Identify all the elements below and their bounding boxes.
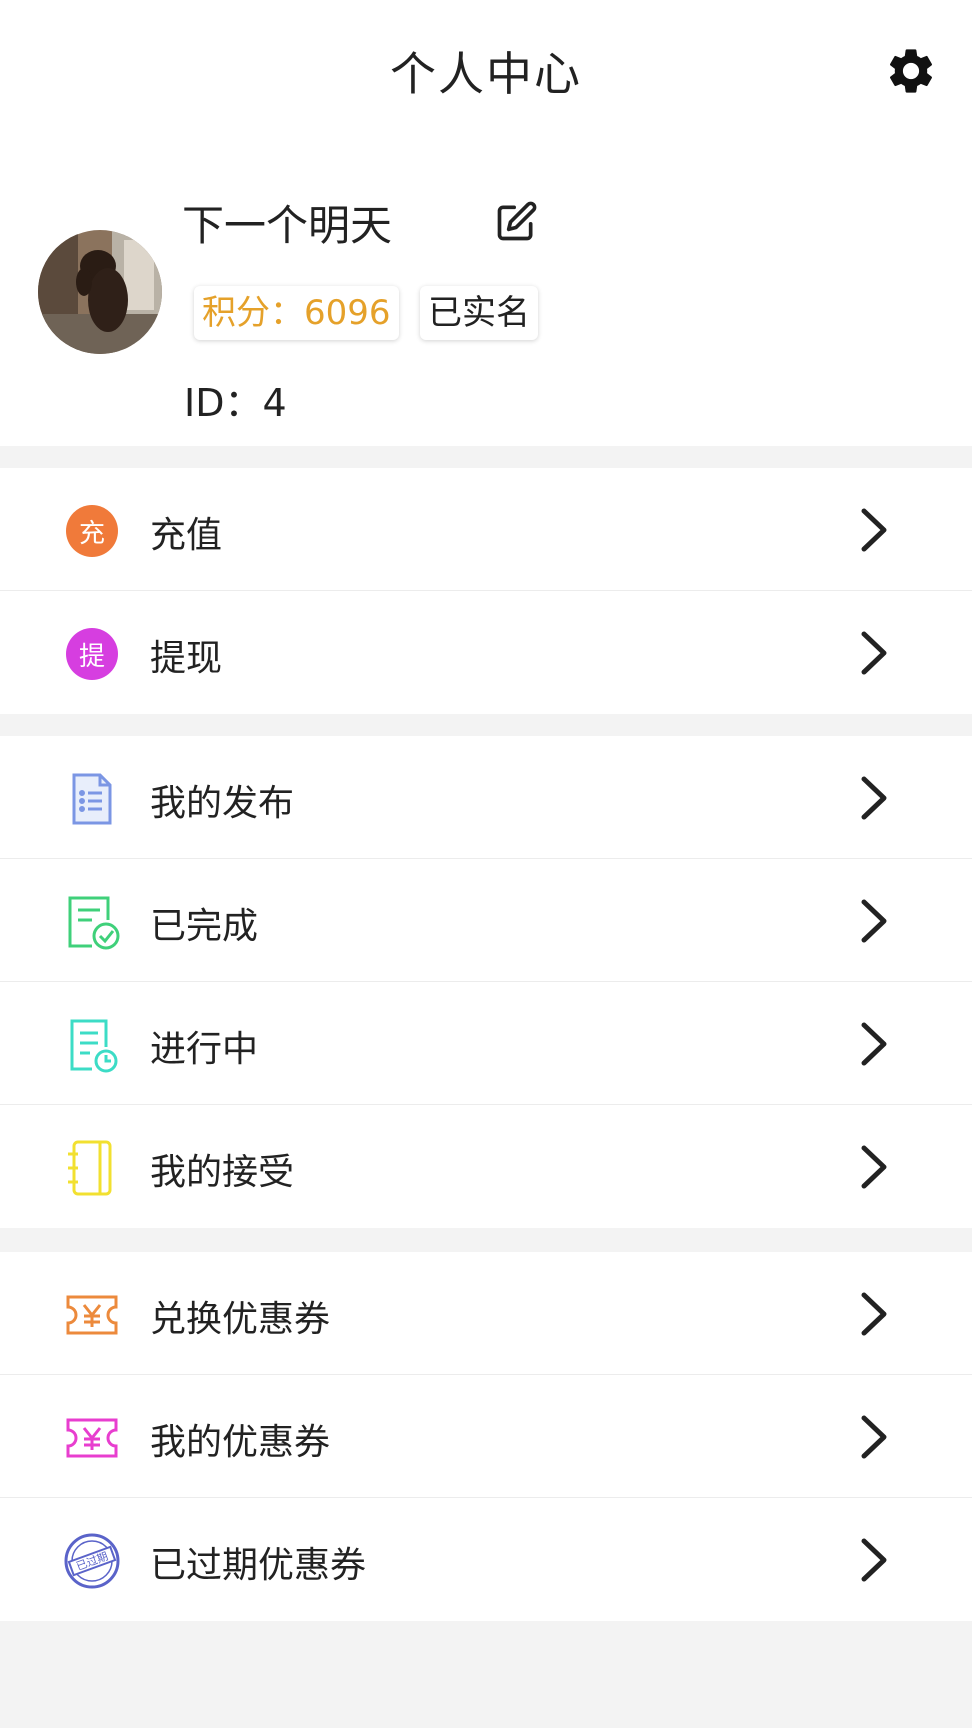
chevron-right-icon xyxy=(861,1292,887,1336)
user-id: ID：4 xyxy=(184,381,287,425)
withdraw-icon-text: 提 xyxy=(66,628,118,680)
coupon-menu-group: 兑换优惠券 我的优惠券 已过期 已过期优惠券 xyxy=(0,1252,972,1621)
notebook-icon xyxy=(68,1140,112,1196)
points-badge: 积分：6096 xyxy=(194,286,399,340)
document-check-icon xyxy=(68,896,120,950)
recharge-icon: 充 xyxy=(62,501,122,561)
menu-item-recharge[interactable]: 充 充值 xyxy=(0,468,972,591)
wallet-menu-group: 充 充值 提 提现 xyxy=(0,468,972,714)
menu-item-completed[interactable]: 已完成 xyxy=(0,859,972,982)
menu-item-my-coupons[interactable]: 我的优惠券 xyxy=(0,1375,972,1498)
coupon-exchange-icon xyxy=(66,1295,118,1335)
avatar[interactable] xyxy=(38,230,162,354)
menu-item-my-posts[interactable]: 我的发布 xyxy=(0,736,972,859)
chevron-right-icon xyxy=(861,1145,887,1189)
menu-item-in-progress[interactable]: 进行中 xyxy=(0,982,972,1105)
chevron-right-icon xyxy=(861,776,887,820)
task-menu-group: 我的发布 已完成 进行中 我的接受 xyxy=(0,736,972,1228)
chevron-right-icon xyxy=(861,508,887,552)
menu-item-label: 已过期优惠券 xyxy=(150,1545,367,1586)
recharge-icon-text: 充 xyxy=(66,505,118,557)
menu-item-label: 充值 xyxy=(150,515,223,556)
coupon-icon xyxy=(66,1418,118,1458)
menu-item-withdraw[interactable]: 提 提现 xyxy=(0,591,972,714)
edit-icon[interactable] xyxy=(494,200,538,244)
document-clock-icon xyxy=(70,1019,118,1073)
menu-item-label: 已完成 xyxy=(150,906,259,947)
gear-icon[interactable] xyxy=(884,44,938,98)
page-title: 个人中心 xyxy=(390,47,582,101)
menu-item-label: 我的优惠券 xyxy=(150,1422,331,1463)
menu-item-label: 我的发布 xyxy=(150,783,295,824)
chevron-right-icon xyxy=(861,1415,887,1459)
document-list-icon xyxy=(72,773,112,825)
chevron-right-icon xyxy=(861,631,887,675)
top-bar: 个人中心 xyxy=(0,0,972,150)
nickname: 下一个明天 xyxy=(182,201,393,250)
menu-item-label: 兑换优惠券 xyxy=(150,1299,331,1340)
expired-stamp-icon: 已过期 xyxy=(64,1533,120,1589)
menu-item-label: 进行中 xyxy=(150,1029,259,1070)
menu-item-label: 提现 xyxy=(150,638,223,679)
chevron-right-icon xyxy=(861,899,887,943)
menu-item-expired-coupons[interactable]: 已过期 已过期优惠券 xyxy=(0,1498,972,1621)
chevron-right-icon xyxy=(861,1022,887,1066)
withdraw-icon: 提 xyxy=(62,624,122,684)
menu-item-exchange-coupon[interactable]: 兑换优惠券 xyxy=(0,1252,972,1375)
menu-item-my-accepted[interactable]: 我的接受 xyxy=(0,1105,972,1228)
verified-badge: 已实名 xyxy=(420,286,538,340)
chevron-right-icon xyxy=(861,1538,887,1582)
menu-item-label: 我的接受 xyxy=(150,1152,295,1193)
profile-card: 下一个明天 积分：6096 已实名 ID：4 xyxy=(0,150,972,446)
